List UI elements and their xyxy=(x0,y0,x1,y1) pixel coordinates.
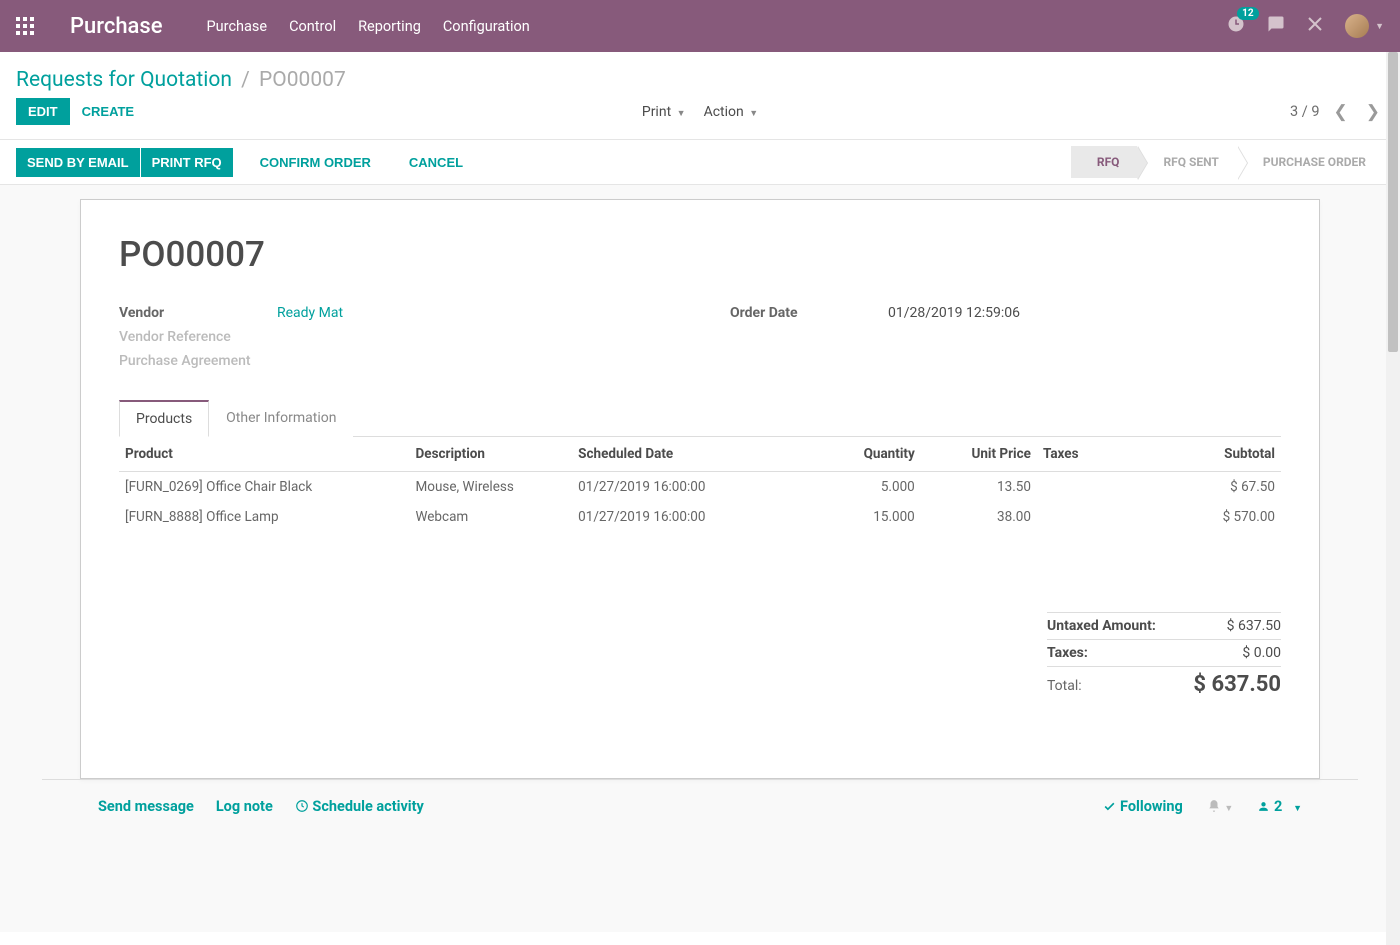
status-stages: RFQ RFQ SENT PURCHASE ORDER xyxy=(1071,146,1384,178)
untaxed-label: Untaxed Amount: xyxy=(1047,618,1156,634)
activity-icon[interactable]: 12 xyxy=(1227,15,1245,37)
chatter-bar: Send message Log note Schedule activity … xyxy=(42,779,1358,833)
scrollbar[interactable] xyxy=(1386,52,1400,945)
activity-count-badge: 12 xyxy=(1237,7,1258,20)
col-unit-price: Unit Price xyxy=(921,437,1037,472)
taxes-label: Taxes: xyxy=(1047,645,1088,661)
cancel-button[interactable]: CANCEL xyxy=(397,149,475,176)
taxes-value: $ 0.00 xyxy=(1242,645,1281,661)
tools-icon[interactable] xyxy=(1307,16,1323,36)
control-bar: Requests for Quotation / PO00007 EDIT CR… xyxy=(0,52,1400,140)
order-date-value: 01/28/2019 12:59:06 xyxy=(888,305,1020,321)
print-dropdown[interactable]: Print ▼ xyxy=(642,104,686,120)
col-quantity: Quantity xyxy=(781,437,920,472)
vendor-ref-label: Vendor Reference xyxy=(119,329,277,345)
col-scheduled-date: Scheduled Date xyxy=(572,437,781,472)
menu-control[interactable]: Control xyxy=(289,18,336,35)
pager: 3 / 9 ❮ ❯ xyxy=(1290,102,1384,122)
breadcrumb: Requests for Quotation / PO00007 xyxy=(0,52,1400,98)
order-lines-table: Product Description Scheduled Date Quant… xyxy=(119,437,1281,532)
col-subtotal: Subtotal xyxy=(1130,437,1281,472)
menu-configuration[interactable]: Configuration xyxy=(443,18,530,35)
top-menu: Purchase Control Reporting Configuration xyxy=(207,18,530,35)
tabs: Products Other Information xyxy=(119,399,1281,437)
edit-button[interactable]: EDIT xyxy=(16,98,70,125)
order-date-label: Order Date xyxy=(730,305,888,321)
confirm-order-button[interactable]: CONFIRM ORDER xyxy=(248,149,383,176)
apps-grid-icon[interactable] xyxy=(16,17,34,35)
totals-panel: Untaxed Amount: $ 637.50 Taxes: $ 0.00 T… xyxy=(1047,612,1281,702)
col-description: Description xyxy=(410,437,573,472)
table-row[interactable]: [FURN_8888] Office Lamp Webcam 01/27/201… xyxy=(119,502,1281,532)
vendor-value[interactable]: Ready Mat xyxy=(277,305,343,321)
schedule-activity-link[interactable]: Schedule activity xyxy=(295,798,424,815)
log-note-link[interactable]: Log note xyxy=(216,798,273,815)
action-dropdown[interactable]: Action ▼ xyxy=(704,104,759,120)
breadcrumb-link[interactable]: Requests for Quotation xyxy=(16,68,232,92)
messaging-icon[interactable] xyxy=(1267,15,1285,37)
tab-products[interactable]: Products xyxy=(119,400,209,437)
user-icon xyxy=(1257,800,1270,813)
col-product: Product xyxy=(119,437,410,472)
breadcrumb-current: PO00007 xyxy=(259,68,346,92)
followers-count[interactable]: 2 ▼ xyxy=(1257,798,1302,815)
stage-rfq[interactable]: RFQ xyxy=(1071,146,1138,178)
record-title: PO00007 xyxy=(119,234,1281,275)
menu-purchase[interactable]: Purchase xyxy=(207,18,268,35)
form-sheet-wrap: PO00007 Vendor Ready Mat Vendor Referenc… xyxy=(0,185,1400,932)
status-bar: SEND BY EMAIL PRINT RFQ CONFIRM ORDER CA… xyxy=(0,140,1400,185)
top-navbar: Purchase Purchase Control Reporting Conf… xyxy=(0,0,1400,52)
pager-text: 3 / 9 xyxy=(1290,103,1319,120)
total-label: Total: xyxy=(1047,672,1082,697)
total-value: $ 637.50 xyxy=(1193,672,1281,697)
stage-purchase-order[interactable]: PURCHASE ORDER xyxy=(1237,146,1384,178)
breadcrumb-separator: / xyxy=(241,68,250,92)
menu-reporting[interactable]: Reporting xyxy=(358,18,421,35)
send-by-email-button[interactable]: SEND BY EMAIL xyxy=(16,148,140,177)
stage-rfq-sent[interactable]: RFQ SENT xyxy=(1137,146,1236,178)
clock-icon xyxy=(295,799,309,813)
pager-prev-icon[interactable]: ❮ xyxy=(1330,102,1352,122)
user-menu[interactable]: ▼ xyxy=(1345,14,1384,38)
table-row[interactable]: [FURN_0269] Office Chair Black Mouse, Wi… xyxy=(119,472,1281,503)
avatar xyxy=(1345,14,1369,38)
form-sheet: PO00007 Vendor Ready Mat Vendor Referenc… xyxy=(80,199,1320,779)
untaxed-value: $ 637.50 xyxy=(1227,618,1281,634)
purchase-agreement-label: Purchase Agreement xyxy=(119,353,277,369)
app-brand: Purchase xyxy=(70,14,163,39)
col-taxes: Taxes xyxy=(1037,437,1130,472)
print-rfq-button[interactable]: PRINT RFQ xyxy=(141,148,233,177)
tab-other-information[interactable]: Other Information xyxy=(209,400,353,437)
notification-bell-icon[interactable]: ▼ xyxy=(1207,798,1234,815)
following-button[interactable]: Following xyxy=(1103,798,1182,815)
check-icon xyxy=(1103,800,1116,813)
pager-next-icon[interactable]: ❯ xyxy=(1362,102,1384,122)
vendor-label: Vendor xyxy=(119,305,277,321)
create-button[interactable]: CREATE xyxy=(70,98,146,125)
send-message-link[interactable]: Send message xyxy=(98,798,194,815)
